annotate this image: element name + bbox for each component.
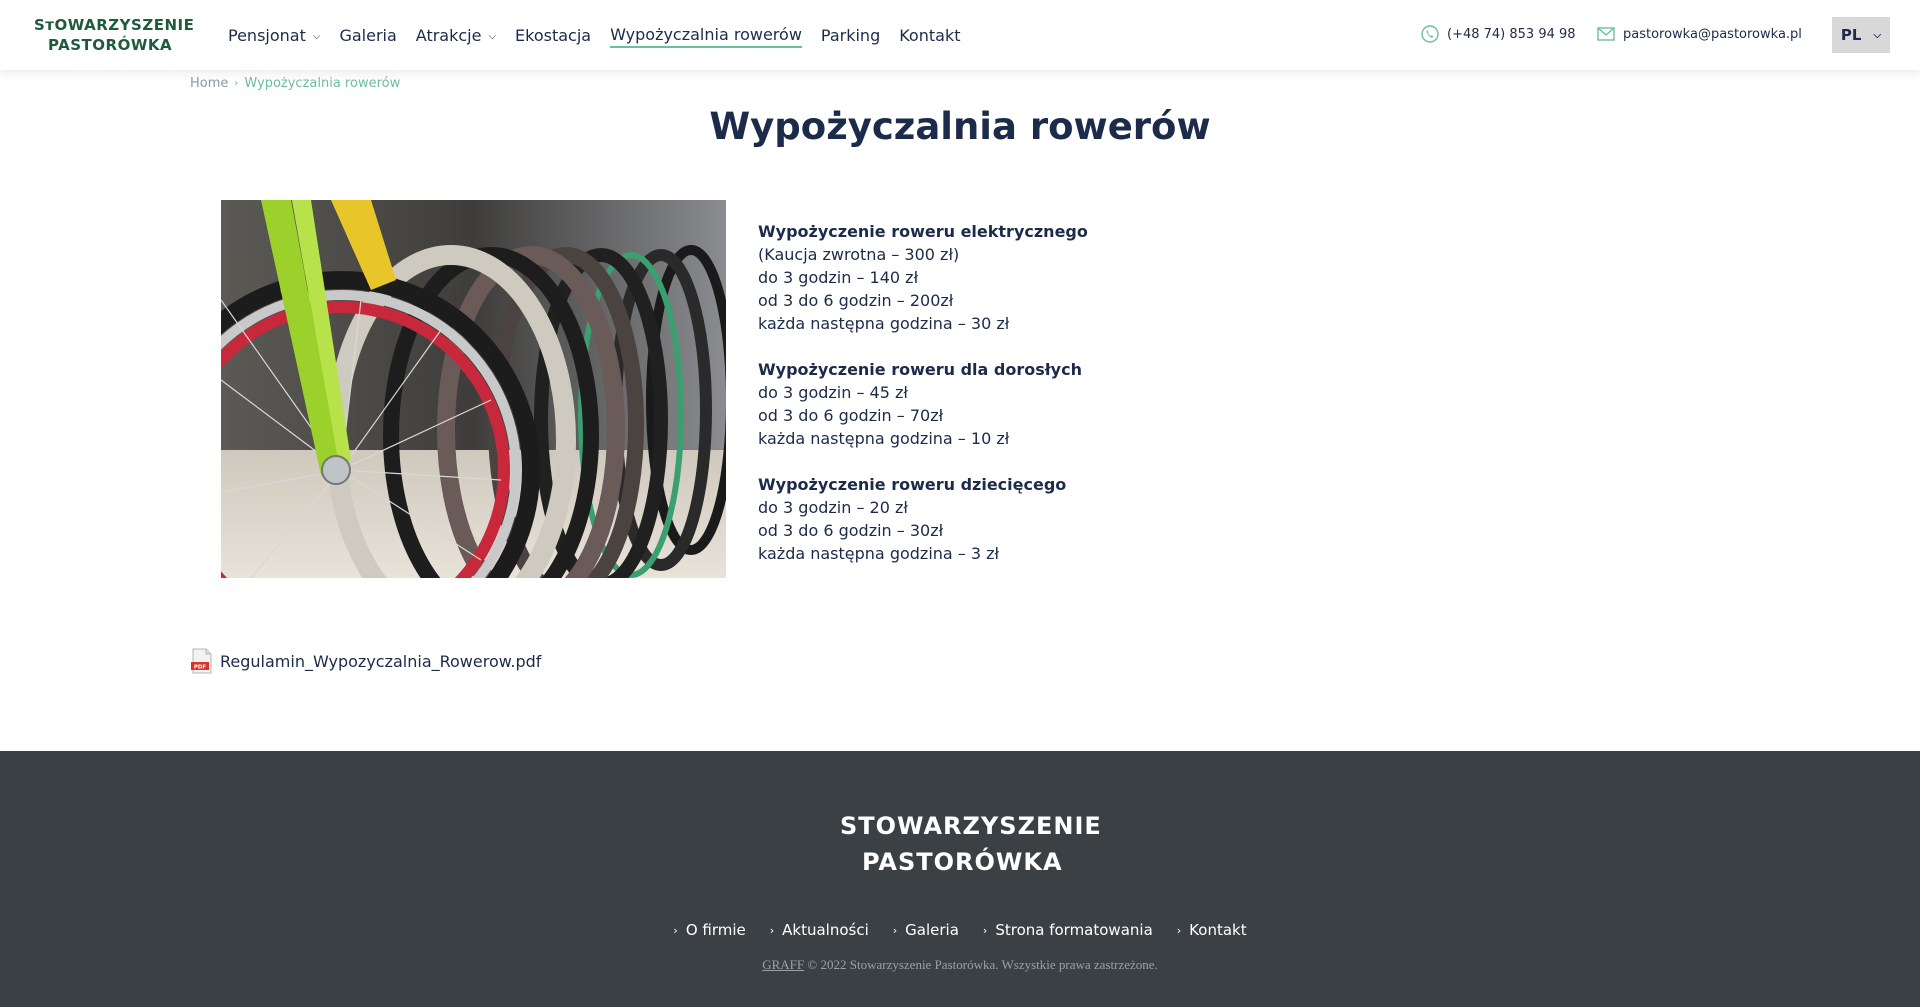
breadcrumb: Home › Wypożyczalnia rowerów xyxy=(190,76,400,91)
main-nav: Pensjonat ⌵ Galeria Atrakcje ⌵ Ekostacja… xyxy=(228,22,979,48)
chevron-right-icon: › xyxy=(982,923,988,937)
breadcrumb-home[interactable]: Home xyxy=(190,76,228,91)
logo-wordmark: SᴛOWARZYSZENIE PASTORÓWKA xyxy=(34,15,194,55)
email-link[interactable]: pastorowka@pastorowka.pl xyxy=(1596,24,1802,44)
nav-item-ekostacja[interactable]: Ekostacja xyxy=(515,22,591,48)
pricing-line: każda następna godzina – 30 zł xyxy=(758,314,1010,333)
pricing-heading: Wypożyczenie roweru dla dorosłych xyxy=(758,360,1082,379)
language-select[interactable]: PL ⌵ xyxy=(1832,17,1890,53)
footer-logo-line-2: PASTORÓWKA xyxy=(862,847,1063,876)
nav-label: Atrakcje xyxy=(415,25,482,45)
phone-icon xyxy=(1420,24,1440,44)
pdf-icon-label: PDF xyxy=(194,665,207,671)
footer-link-label: O firmie xyxy=(685,921,746,939)
copyright: GRAFF © 2022 Stowarzyszenie Pastorówka. … xyxy=(0,957,1920,973)
chevron-right-icon: › xyxy=(1176,923,1182,937)
pricing-group-electric: Wypożyczenie roweru elektrycznego (Kaucj… xyxy=(758,220,1088,335)
footer-logo-line-1: STOWARZYSZENIE xyxy=(840,811,1102,840)
pdf-filename: Regulamin_Wypozyczalnia_Rowerow.pdf xyxy=(220,651,542,671)
footer-link-label: Galeria xyxy=(905,921,959,939)
nav-item-parking[interactable]: Parking xyxy=(821,22,880,48)
chevron-right-icon: › xyxy=(673,923,678,937)
chevron-right-icon: › xyxy=(234,78,239,89)
logo-line-2: PASTORÓWKA xyxy=(48,36,173,54)
pricing-line: do 3 godzin – 140 zł xyxy=(758,268,919,287)
pdf-download-link[interactable]: PDF Regulamin_Wypozyczalnia_Rowerow.pdf xyxy=(190,648,541,674)
pricing-list: Wypożyczenie roweru elektrycznego (Kaucj… xyxy=(758,220,1088,588)
pricing-line: każda następna godzina – 3 zł xyxy=(758,544,1000,563)
pricing-line: od 3 do 6 godzin – 70zł xyxy=(758,406,944,425)
nav-item-kontakt[interactable]: Kontakt xyxy=(899,22,960,48)
nav-label: Pensjonat xyxy=(228,25,306,45)
footer-link-aktualnosci[interactable]: › Aktualności xyxy=(770,921,869,939)
pricing-line: każda następna godzina – 10 zł xyxy=(758,429,1010,448)
language-current: PL xyxy=(1840,26,1862,44)
nav-item-galeria[interactable]: Galeria xyxy=(339,22,396,48)
footer-link-label: Kontakt xyxy=(1189,921,1247,939)
nav-label: Ekostacja xyxy=(515,25,592,45)
pricing-group-adult: Wypożyczenie roweru dla dorosłych do 3 g… xyxy=(758,358,1088,450)
credit-link[interactable]: GRAFF xyxy=(762,957,804,972)
chevron-down-icon: ⌵ xyxy=(488,30,497,42)
copyright-text: © 2022 Stowarzyszenie Pastorówka. Wszyst… xyxy=(807,957,1158,972)
chevron-right-icon: › xyxy=(769,923,775,937)
site-footer: STOWARZYSZENIE PASTORÓWKA › O firmie › Akt… xyxy=(0,751,1920,1007)
chevron-down-icon: ⌵ xyxy=(312,30,321,42)
phone-link[interactable]: (+48 74) 853 94 98 xyxy=(1420,24,1576,44)
nav-item-wypozyczalnia[interactable]: Wypożyczalnia rowerów xyxy=(610,22,802,48)
nav-item-pensjonat[interactable]: Pensjonat ⌵ xyxy=(228,22,320,48)
pricing-line: (Kaucja zwrotna – 300 zł) xyxy=(758,245,960,264)
nav-item-atrakcje[interactable]: Atrakcje ⌵ xyxy=(416,22,496,48)
nav-label: Kontakt xyxy=(899,25,961,45)
footer-logo[interactable]: STOWARZYSZENIE PASTORÓWKA xyxy=(830,806,1101,881)
pdf-file-icon: PDF xyxy=(190,648,214,674)
pricing-line: od 3 do 6 godzin – 200zł xyxy=(758,291,954,310)
bikes-photo xyxy=(221,200,726,578)
site-logo[interactable]: SᴛOWARZYSZENIE PASTORÓWKA xyxy=(28,13,194,57)
footer-link-label: Strona formatowania xyxy=(995,921,1153,939)
footer-link-galeria[interactable]: › Galeria xyxy=(893,921,959,939)
email-address: pastorowka@pastorowka.pl xyxy=(1623,26,1802,42)
pricing-line: do 3 godzin – 20 zł xyxy=(758,498,908,517)
chevron-right-icon: › xyxy=(892,923,898,937)
footer-link-strona-formatowania[interactable]: › Strona formatowania xyxy=(983,921,1153,939)
pricing-line: od 3 do 6 godzin – 30zł xyxy=(758,521,944,540)
pricing-group-children: Wypożyczenie roweru dziecięcego do 3 god… xyxy=(758,473,1088,565)
page-title: Wypożyczalnia rowerów xyxy=(709,105,1211,148)
nav-label: Galeria xyxy=(339,25,397,45)
pricing-line: do 3 godzin – 45 zł xyxy=(758,383,908,402)
chevron-down-icon: ⌵ xyxy=(1873,29,1882,41)
pricing-heading: Wypożyczenie roweru elektrycznego xyxy=(758,222,1088,241)
breadcrumb-current: Wypożyczalnia rowerów xyxy=(244,76,401,91)
footer-nav: › O firmie › Aktualności › Galeria › Strona … xyxy=(0,921,1920,939)
footer-link-label: Aktualności xyxy=(782,921,869,939)
footer-link-kontakt[interactable]: › Kontakt xyxy=(1177,921,1247,939)
footer-wordmark: STOWARZYSZENIE PASTORÓWKA xyxy=(840,808,1102,880)
phone-number: (+48 74) 853 94 98 xyxy=(1447,26,1576,42)
pricing-heading: Wypożyczenie roweru dziecięcego xyxy=(758,475,1067,494)
envelope-icon xyxy=(1596,24,1616,44)
nav-label: Wypożyczalnia rowerów xyxy=(610,24,802,44)
logo-line-1: SᴛOWARZYSZENIE xyxy=(34,16,195,34)
footer-link-o-firmie[interactable]: › O firmie xyxy=(673,921,745,939)
site-header: SᴛOWARZYSZENIE PASTORÓWKA Pensjonat ⌵ Ga… xyxy=(0,0,1920,70)
nav-label: Parking xyxy=(820,25,881,45)
